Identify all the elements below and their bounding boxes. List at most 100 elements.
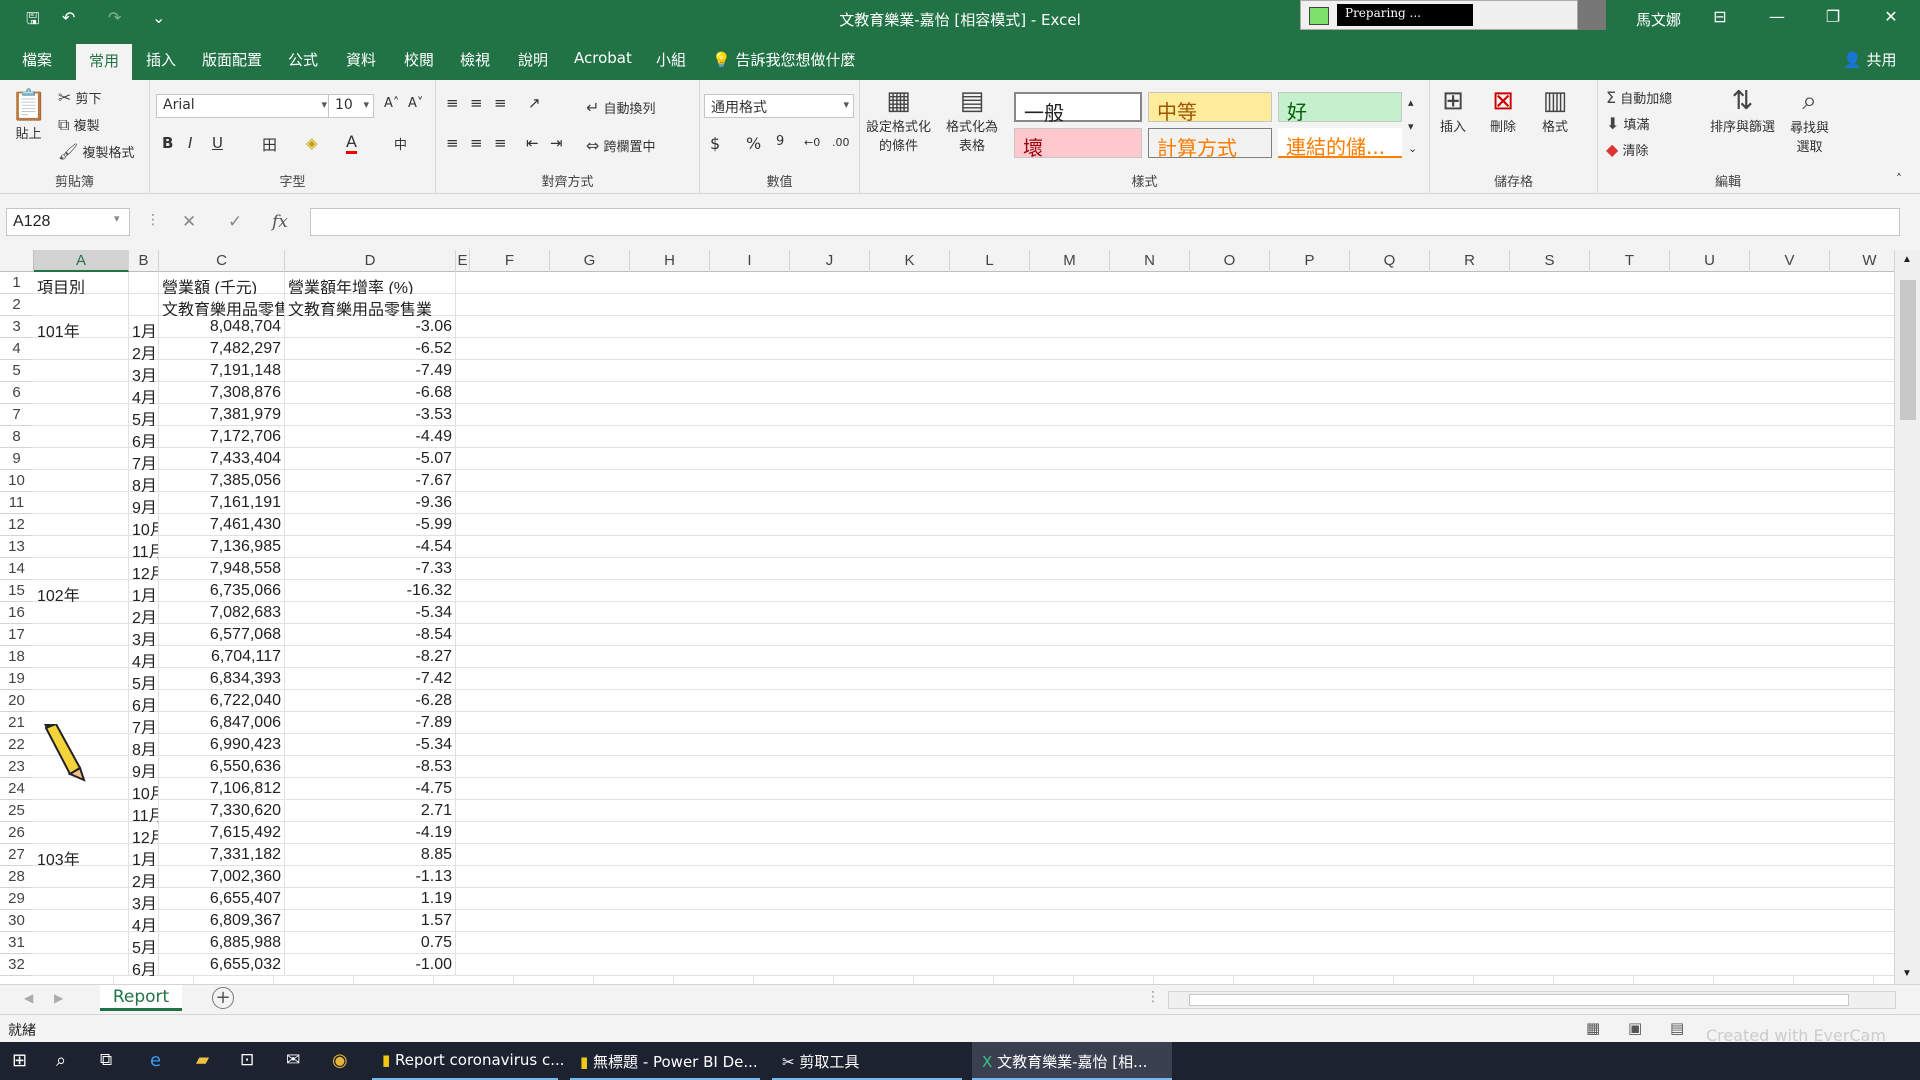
cell-c22[interactable]: 6,990,423 bbox=[159, 734, 285, 756]
cell-b1[interactable] bbox=[129, 272, 159, 294]
cell-b19[interactable]: 5月 bbox=[129, 668, 159, 690]
format-as-table-button[interactable]: ▤ 格式化為 表格 bbox=[946, 86, 998, 154]
format-painter-button[interactable]: 🖌 複製格式 bbox=[58, 142, 134, 161]
insert-cells-button[interactable]: ⊞ 插入 bbox=[1440, 86, 1466, 135]
cell-d1[interactable]: 營業額年增率 (%) bbox=[285, 272, 456, 294]
edge-icon[interactable]: e bbox=[150, 1050, 161, 1071]
cell-c29[interactable]: 6,655,407 bbox=[159, 888, 285, 910]
row-header[interactable]: 18 bbox=[0, 646, 33, 668]
cell-a16[interactable] bbox=[34, 602, 129, 624]
column-header-u[interactable]: U bbox=[1670, 250, 1750, 272]
cell-d7[interactable]: -3.53 bbox=[285, 404, 456, 426]
cell-b29[interactable]: 3月 bbox=[129, 888, 159, 910]
comma-button[interactable]: 9 bbox=[776, 134, 784, 149]
task-view-icon[interactable]: ⧉ bbox=[100, 1050, 112, 1070]
tab-data[interactable]: 資料 bbox=[346, 49, 376, 70]
find-select-button[interactable]: ⌕ 尋找與 選取 bbox=[1790, 86, 1829, 155]
cell-d4[interactable]: -6.52 bbox=[285, 338, 456, 360]
align-bottom-icon[interactable]: ≡ bbox=[494, 94, 507, 112]
cell-c20[interactable]: 6,722,040 bbox=[159, 690, 285, 712]
cell-d25[interactable]: 2.71 bbox=[285, 800, 456, 822]
cell-d29[interactable]: 1.19 bbox=[285, 888, 456, 910]
row-header[interactable]: 12 bbox=[0, 514, 33, 536]
cell-b23[interactable]: 9月 bbox=[129, 756, 159, 778]
cancel-icon[interactable]: ✕ bbox=[182, 212, 196, 232]
cell-b14[interactable]: 12月 bbox=[129, 558, 159, 580]
increase-indent-icon[interactable]: ⇥ bbox=[550, 134, 563, 152]
cell-b6[interactable]: 4月 bbox=[129, 382, 159, 404]
fill-color-icon[interactable]: ◈ bbox=[306, 134, 318, 152]
cell-d2[interactable]: 文教育樂用品零售業 bbox=[285, 294, 456, 316]
column-header-j[interactable]: J bbox=[790, 250, 870, 272]
row-header[interactable]: 24 bbox=[0, 778, 33, 800]
next-sheet-icon[interactable]: ▶ bbox=[54, 991, 63, 1005]
cell-c28[interactable]: 7,002,360 bbox=[159, 866, 285, 888]
row-header[interactable]: 15 bbox=[0, 580, 33, 602]
cell-d18[interactable]: -8.27 bbox=[285, 646, 456, 668]
taskbar-app-powerbi[interactable]: ▮ 無標題 - Power BI De... bbox=[570, 1042, 760, 1080]
close-icon[interactable]: ✕ bbox=[1876, 7, 1906, 26]
cell-d15[interactable]: -16.32 bbox=[285, 580, 456, 602]
underline-button[interactable]: U bbox=[212, 134, 223, 152]
cell-c10[interactable]: 7,385,056 bbox=[159, 470, 285, 492]
scroll-up-icon[interactable]: ▲ bbox=[1902, 254, 1912, 265]
prev-sheet-icon[interactable]: ◀ bbox=[24, 991, 33, 1005]
font-size-select[interactable]: 10 bbox=[328, 94, 374, 118]
cell-b18[interactable]: 4月 bbox=[129, 646, 159, 668]
cell-b7[interactable]: 5月 bbox=[129, 404, 159, 426]
row-header[interactable]: 27 bbox=[0, 844, 33, 866]
sort-filter-button[interactable]: ⇅ 排序與篩選 bbox=[1710, 86, 1775, 135]
font-name-select[interactable]: Arial bbox=[156, 94, 332, 118]
cell-d8[interactable]: -4.49 bbox=[285, 426, 456, 448]
vertical-scroll-thumb[interactable] bbox=[1900, 280, 1916, 420]
cell-b16[interactable]: 2月 bbox=[129, 602, 159, 624]
cell-c7[interactable]: 7,381,979 bbox=[159, 404, 285, 426]
cell-d6[interactable]: -6.68 bbox=[285, 382, 456, 404]
cell-b9[interactable]: 7月 bbox=[129, 448, 159, 470]
cell-c18[interactable]: 6,704,117 bbox=[159, 646, 285, 668]
row-header[interactable]: 17 bbox=[0, 624, 33, 646]
cell-a20[interactable] bbox=[34, 690, 129, 712]
format-cells-button[interactable]: ▥ 格式 bbox=[1542, 86, 1568, 135]
tab-help[interactable]: 說明 bbox=[518, 49, 548, 70]
cell-d31[interactable]: 0.75 bbox=[285, 932, 456, 954]
cell-a26[interactable] bbox=[34, 822, 129, 844]
file-explorer-icon[interactable]: ▰ bbox=[196, 1050, 209, 1070]
column-header-o[interactable]: O bbox=[1190, 250, 1270, 272]
cell-c25[interactable]: 7,330,620 bbox=[159, 800, 285, 822]
cell-a6[interactable] bbox=[34, 382, 129, 404]
user-name[interactable]: 馬文娜 bbox=[1636, 9, 1681, 30]
column-header-a[interactable]: A bbox=[34, 250, 129, 272]
row-header[interactable]: 4 bbox=[0, 338, 33, 360]
cell-a17[interactable] bbox=[34, 624, 129, 646]
cell-c17[interactable]: 6,577,068 bbox=[159, 624, 285, 646]
row-header[interactable]: 2 bbox=[0, 294, 33, 316]
cell-b21[interactable]: 7月 bbox=[129, 712, 159, 734]
cell-b12[interactable]: 10月 bbox=[129, 514, 159, 536]
tab-insert[interactable]: 插入 bbox=[146, 49, 176, 70]
cell-d32[interactable]: -1.00 bbox=[285, 954, 456, 976]
column-header-t[interactable]: T bbox=[1590, 250, 1670, 272]
worksheet-grid[interactable]: ABCDEFGHIJKLMNOPQRSTUVW 1 2 3 4 5 6 7 8 9 10 11 12 1… bbox=[0, 250, 1920, 984]
row-header[interactable]: 23 bbox=[0, 756, 33, 778]
normal-view-icon[interactable]: ▦ bbox=[1586, 1019, 1600, 1037]
cell-a15[interactable]: 102年 bbox=[34, 580, 129, 602]
tab-view[interactable]: 檢視 bbox=[460, 49, 490, 70]
row-header[interactable]: 26 bbox=[0, 822, 33, 844]
shrink-font-button[interactable]: A˅ bbox=[408, 96, 423, 111]
cell-c15[interactable]: 6,735,066 bbox=[159, 580, 285, 602]
tab-home[interactable]: 常用 bbox=[76, 44, 132, 80]
cell-d28[interactable]: -1.13 bbox=[285, 866, 456, 888]
bold-button[interactable]: B bbox=[162, 134, 173, 152]
share-button[interactable]: 👤 共用 bbox=[1843, 49, 1896, 70]
cell-b17[interactable]: 3月 bbox=[129, 624, 159, 646]
cell-d30[interactable]: 1.57 bbox=[285, 910, 456, 932]
align-left-icon[interactable]: ≡ bbox=[446, 134, 459, 152]
cell-d23[interactable]: -8.53 bbox=[285, 756, 456, 778]
cell-b13[interactable]: 11月 bbox=[129, 536, 159, 558]
page-layout-icon[interactable]: ▣ bbox=[1628, 1019, 1642, 1037]
cell-c1[interactable]: 營業額 (千元) bbox=[159, 272, 285, 294]
cell-d13[interactable]: -4.54 bbox=[285, 536, 456, 558]
tab-page-layout[interactable]: 版面配置 bbox=[202, 49, 262, 70]
column-header-b[interactable]: B bbox=[129, 250, 159, 272]
